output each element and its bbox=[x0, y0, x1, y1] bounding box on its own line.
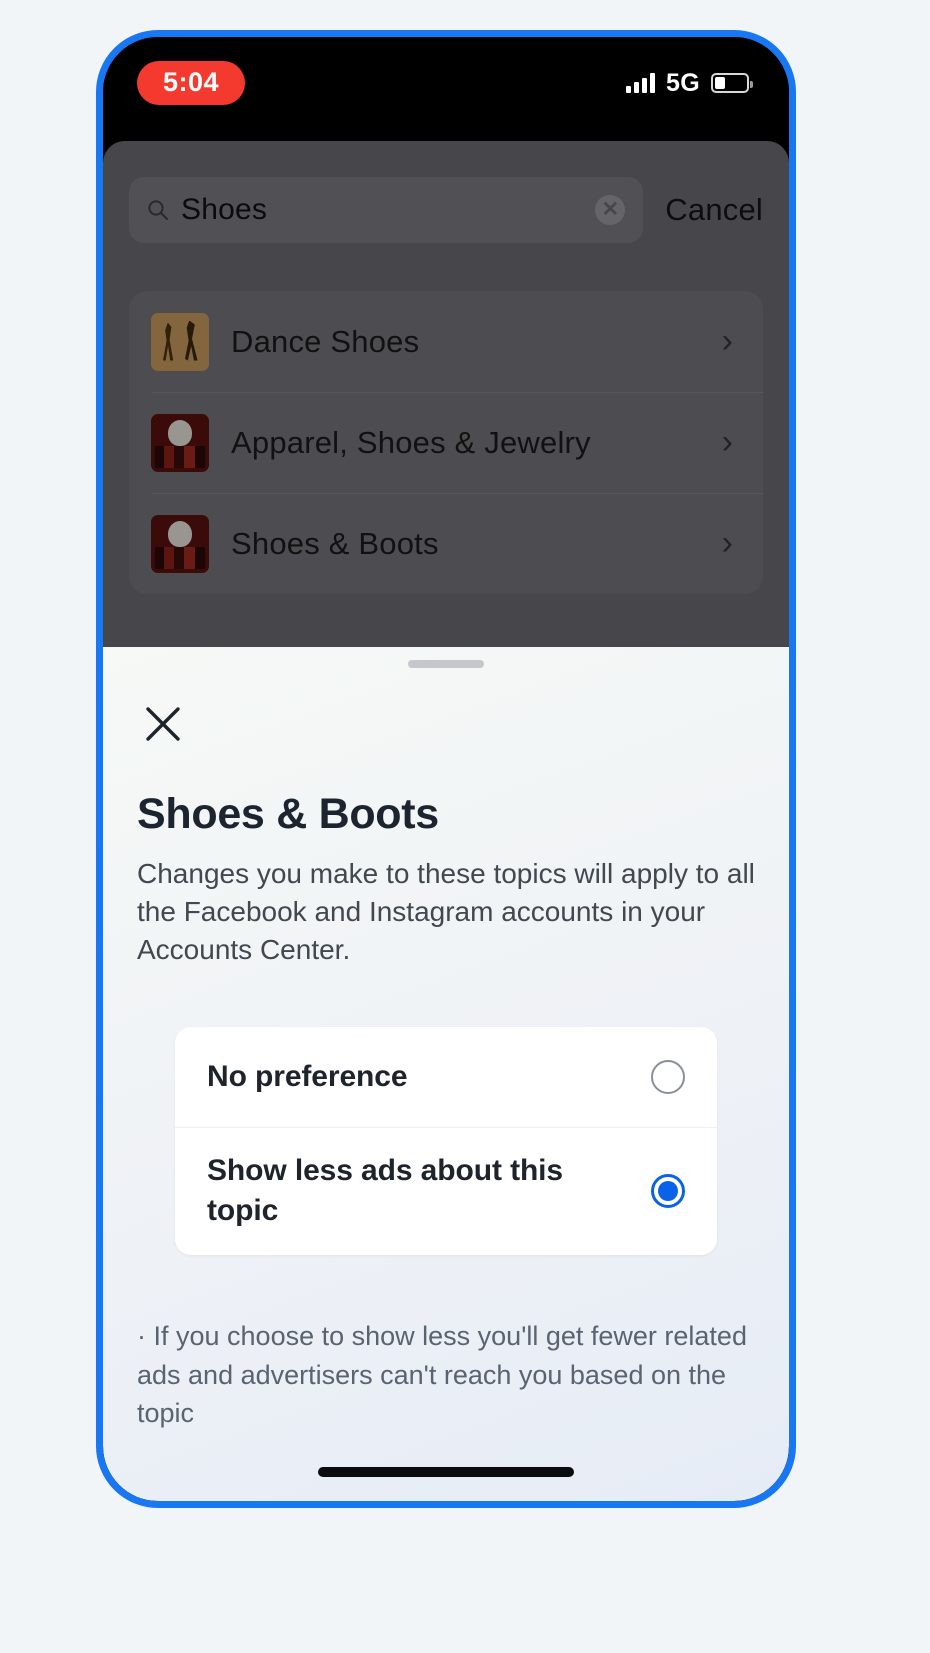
home-indicator bbox=[318, 1467, 574, 1477]
phone-frame: 5:04 5G Shoes ✕ Cancel Dance Shoes › App… bbox=[96, 30, 796, 1508]
phone-screen: 5:04 5G Shoes ✕ Cancel Dance Shoes › App… bbox=[103, 37, 789, 1501]
signal-bars-icon bbox=[626, 73, 656, 93]
footnote-text: · If you choose to show less you'll get … bbox=[137, 1321, 747, 1428]
cancel-button[interactable]: Cancel bbox=[665, 192, 763, 228]
radio-unselected-icon[interactable] bbox=[651, 1060, 685, 1095]
list-item-label: Apparel, Shoes & Jewelry bbox=[231, 424, 591, 460]
radio-selected-icon[interactable] bbox=[651, 1174, 685, 1209]
status-right-group: 5G bbox=[626, 68, 753, 98]
list-item-label: Dance Shoes bbox=[231, 323, 420, 359]
option-label: Show less ads about this topic bbox=[207, 1154, 564, 1228]
network-label: 5G bbox=[666, 68, 700, 97]
option-label: No preference bbox=[207, 1060, 408, 1094]
option-show-less[interactable]: Show less ads about this topic bbox=[175, 1127, 717, 1255]
status-time-pill: 5:04 bbox=[137, 61, 246, 105]
search-icon bbox=[147, 199, 169, 221]
clear-circle-icon[interactable]: ✕ bbox=[595, 195, 626, 225]
battery-icon bbox=[711, 73, 753, 93]
search-row: Shoes ✕ Cancel bbox=[129, 141, 763, 243]
shoes-boots-thumbnail bbox=[151, 514, 209, 573]
preference-options-card: No preference Show less ads about this t… bbox=[175, 1027, 717, 1256]
search-input-value: Shoes bbox=[181, 193, 268, 226]
chevron-right-icon: › bbox=[721, 423, 733, 461]
list-item[interactable]: Dance Shoes › bbox=[129, 291, 763, 392]
battery-fill bbox=[715, 77, 725, 89]
search-results-list: Dance Shoes › Apparel, Shoes & Jewelry ›… bbox=[129, 291, 763, 594]
apparel-thumbnail bbox=[151, 413, 209, 472]
background-app: Shoes ✕ Cancel Dance Shoes › Apparel, Sh… bbox=[103, 129, 789, 647]
search-input[interactable]: Shoes ✕ bbox=[129, 177, 644, 243]
list-item-label: Shoes & Boots bbox=[231, 525, 439, 561]
chevron-right-icon: › bbox=[721, 322, 733, 360]
status-bar: 5:04 5G bbox=[103, 37, 789, 129]
dance-shoes-thumbnail bbox=[151, 312, 209, 371]
bottom-sheet: Shoes & Boots Changes you make to these … bbox=[103, 647, 789, 1501]
page-title: Shoes & Boots bbox=[137, 790, 439, 838]
background-app-content: Shoes ✕ Cancel Dance Shoes › Apparel, Sh… bbox=[103, 141, 789, 647]
option-no-preference[interactable]: No preference bbox=[175, 1027, 717, 1127]
sheet-description: Changes you make to these topics will ap… bbox=[137, 858, 755, 966]
list-item[interactable]: Apparel, Shoes & Jewelry › bbox=[129, 392, 763, 493]
close-button[interactable] bbox=[137, 698, 189, 750]
page-root: 5:04 5G Shoes ✕ Cancel Dance Shoes › App… bbox=[0, 0, 930, 1653]
chevron-right-icon: › bbox=[721, 524, 733, 562]
list-item[interactable]: Shoes & Boots › bbox=[129, 493, 763, 594]
close-x-icon bbox=[143, 704, 183, 744]
drag-handle[interactable] bbox=[408, 660, 484, 668]
